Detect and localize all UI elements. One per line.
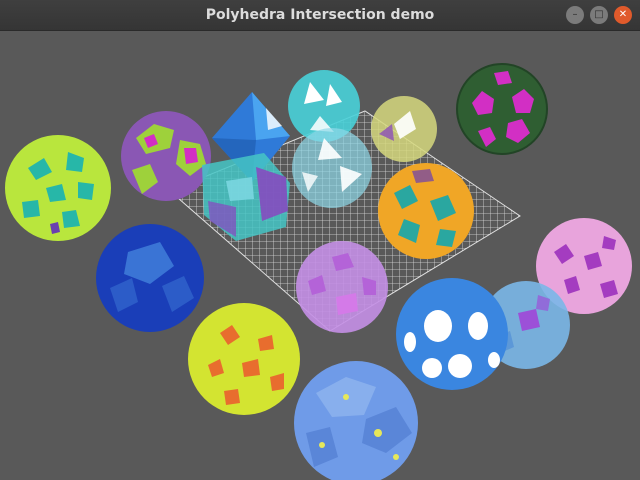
app-window: Polyhedra Intersection demo – □ ✕	[0, 0, 640, 480]
title-bar[interactable]: Polyhedra Intersection demo – □ ✕	[0, 0, 640, 31]
orange-sphere	[378, 163, 474, 259]
window-title: Polyhedra Intersection demo	[205, 7, 435, 23]
periwinkle-sphere	[294, 361, 418, 480]
scene-canvas	[5, 63, 632, 480]
minimize-icon[interactable]: –	[566, 6, 584, 24]
pale-yellow-cluster	[371, 96, 437, 162]
navy-sphere	[96, 224, 204, 332]
yellow-green-sphere	[5, 135, 111, 241]
3d-viewport[interactable]	[0, 31, 640, 480]
purple-green-sphere	[121, 111, 211, 201]
dark-green-sphere	[456, 63, 548, 155]
lavender-sphere	[296, 241, 388, 333]
yellow-sphere	[188, 303, 300, 415]
window-controls: – □ ✕	[566, 6, 632, 24]
blue-holed-sphere	[396, 278, 508, 390]
center-cyan-cluster	[292, 128, 372, 208]
maximize-icon[interactable]: □	[590, 6, 608, 24]
close-icon[interactable]: ✕	[614, 6, 632, 24]
